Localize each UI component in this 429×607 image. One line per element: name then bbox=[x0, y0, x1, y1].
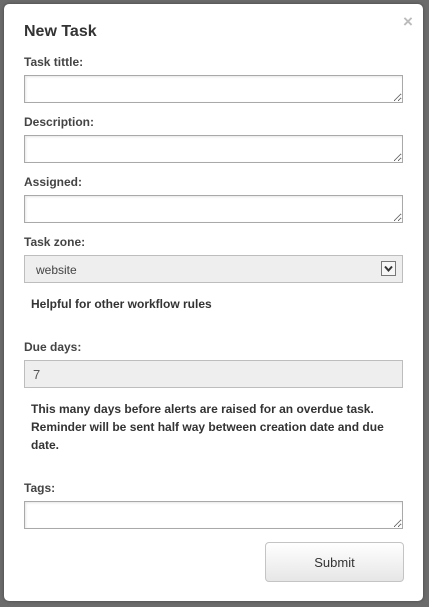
task-zone-selected-value: website bbox=[36, 263, 77, 277]
task-zone-help-text: Helpful for other workflow rules bbox=[31, 297, 212, 311]
assigned-field[interactable] bbox=[24, 195, 403, 223]
new-task-dialog: × New Task Task tittle: Description: Ass… bbox=[4, 4, 423, 601]
task-title-field[interactable] bbox=[24, 75, 403, 103]
assigned-label: Assigned: bbox=[24, 175, 83, 189]
chevron-down-icon[interactable] bbox=[381, 261, 396, 276]
due-days-input[interactable] bbox=[24, 360, 403, 388]
task-zone-label: Task zone: bbox=[24, 235, 86, 249]
dialog-title: New Task bbox=[24, 23, 97, 40]
description-label: Description: bbox=[24, 115, 95, 129]
close-icon[interactable]: × bbox=[400, 12, 416, 32]
due-days-label: Due days: bbox=[24, 340, 82, 354]
submit-button[interactable]: Submit bbox=[265, 542, 404, 582]
task-zone-select[interactable]: website bbox=[24, 255, 403, 283]
tags-field[interactable] bbox=[24, 501, 403, 529]
task-title-label: Task tittle: bbox=[24, 55, 84, 69]
tags-label: Tags: bbox=[24, 481, 56, 495]
due-days-help-text: This many days before alerts are raised … bbox=[31, 402, 384, 452]
description-field[interactable] bbox=[24, 135, 403, 163]
